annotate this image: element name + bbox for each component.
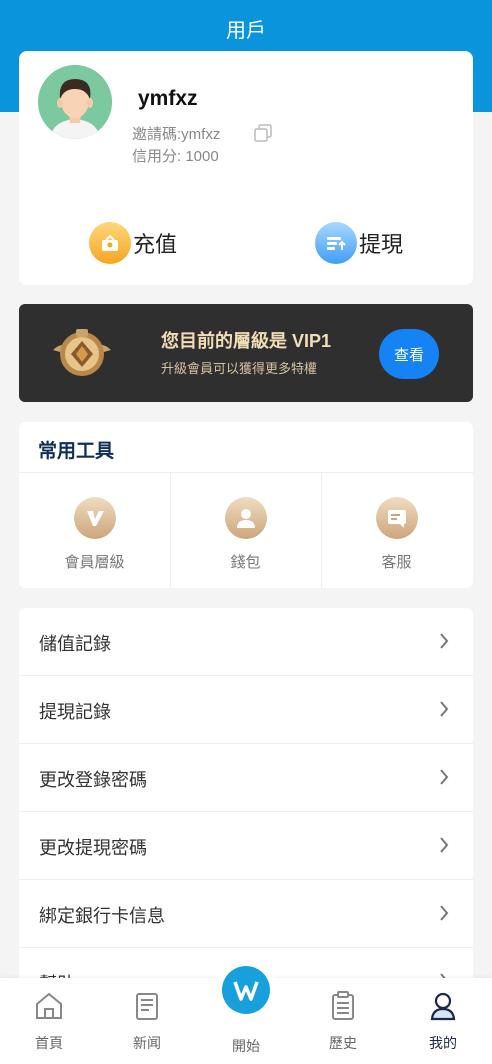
tool-label: 會員層級 bbox=[64, 554, 125, 571]
history-icon bbox=[332, 991, 354, 1020]
menu-item-withdraw-records[interactable]: 提現記錄 bbox=[19, 676, 473, 744]
menu-item-label: 儲值記錄 bbox=[39, 634, 111, 654]
credit-score: 信用分: 1000 bbox=[132, 148, 219, 165]
avatar[interactable] bbox=[38, 65, 112, 139]
copy-icon[interactable] bbox=[253, 123, 273, 143]
profile-card: ymfxz 邀請碼:ymfxz 信用分: 1000 充值 提現 bbox=[19, 51, 473, 285]
tool-wallet[interactable]: 錢包 bbox=[170, 473, 321, 588]
tab-news[interactable]: 新闻 bbox=[98, 978, 196, 1064]
tab-label: 首頁 bbox=[35, 1035, 63, 1051]
tools-card: 常用工具 會員層級 錢包 客服 bbox=[19, 422, 473, 588]
tab-label: 歷史 bbox=[329, 1035, 357, 1051]
profile-icon bbox=[430, 992, 456, 1021]
recharge-button[interactable]: 充值 bbox=[89, 221, 177, 265]
withdraw-button[interactable]: 提現 bbox=[315, 221, 403, 265]
tab-label: 開始 bbox=[232, 1038, 260, 1054]
vip-badge-icon bbox=[51, 324, 113, 384]
tool-label: 客服 bbox=[381, 554, 412, 571]
chevron-right-icon bbox=[440, 633, 449, 649]
menu-item-label: 更改登錄密碼 bbox=[39, 770, 147, 790]
tool-label: 錢包 bbox=[230, 554, 261, 571]
home-icon bbox=[36, 992, 62, 1019]
chevron-right-icon bbox=[440, 701, 449, 717]
vip-level-icon bbox=[74, 497, 116, 539]
wallet-icon bbox=[225, 497, 267, 539]
view-vip-button[interactable]: 查看 bbox=[379, 329, 439, 379]
page-title: 用戶 bbox=[226, 20, 266, 42]
menu-item-label: 更改提現密碼 bbox=[39, 838, 147, 858]
withdraw-label: 提現 bbox=[359, 232, 404, 257]
tool-customer-service[interactable]: 客服 bbox=[321, 473, 472, 588]
tab-label: 我的 bbox=[429, 1035, 457, 1051]
tab-profile[interactable]: 我的 bbox=[394, 978, 492, 1064]
start-icon[interactable] bbox=[222, 966, 270, 1014]
username: ymfxz bbox=[138, 87, 198, 110]
menu-item-change-withdraw-password[interactable]: 更改提現密碼 bbox=[19, 812, 473, 880]
tool-vip-level[interactable]: 會員層級 bbox=[19, 473, 170, 588]
tools-heading: 常用工具 bbox=[38, 441, 115, 462]
tab-home[interactable]: 首頁 bbox=[0, 978, 98, 1064]
vip-title: 您目前的層級是 VIP1 bbox=[161, 331, 332, 351]
menu-item-deposit-records[interactable]: 儲值記錄 bbox=[19, 608, 473, 676]
recharge-label: 充值 bbox=[133, 232, 178, 257]
menu-item-label: 綁定銀行卡信息 bbox=[39, 906, 165, 926]
chevron-right-icon bbox=[440, 905, 449, 921]
menu-item-label: 提現記錄 bbox=[39, 702, 111, 722]
news-icon bbox=[136, 993, 158, 1020]
chevron-right-icon bbox=[440, 837, 449, 853]
menu-item-change-login-password[interactable]: 更改登錄密碼 bbox=[19, 744, 473, 812]
vip-banner: 您目前的層級是 VIP1 升級會員可以獲得更多特權 查看 bbox=[19, 304, 473, 402]
withdraw-icon bbox=[315, 222, 357, 264]
customer-service-icon bbox=[376, 497, 418, 539]
menu-item-bind-bank-card[interactable]: 綁定銀行卡信息 bbox=[19, 880, 473, 948]
vip-subtitle: 升級會員可以獲得更多特權 bbox=[161, 361, 318, 376]
tab-history[interactable]: 歷史 bbox=[294, 978, 392, 1064]
chevron-right-icon bbox=[440, 769, 449, 785]
recharge-icon bbox=[89, 222, 131, 264]
invite-code: 邀請碼:ymfxz bbox=[132, 126, 221, 143]
user-avatar-icon bbox=[38, 65, 112, 139]
tab-label: 新闻 bbox=[133, 1035, 161, 1051]
